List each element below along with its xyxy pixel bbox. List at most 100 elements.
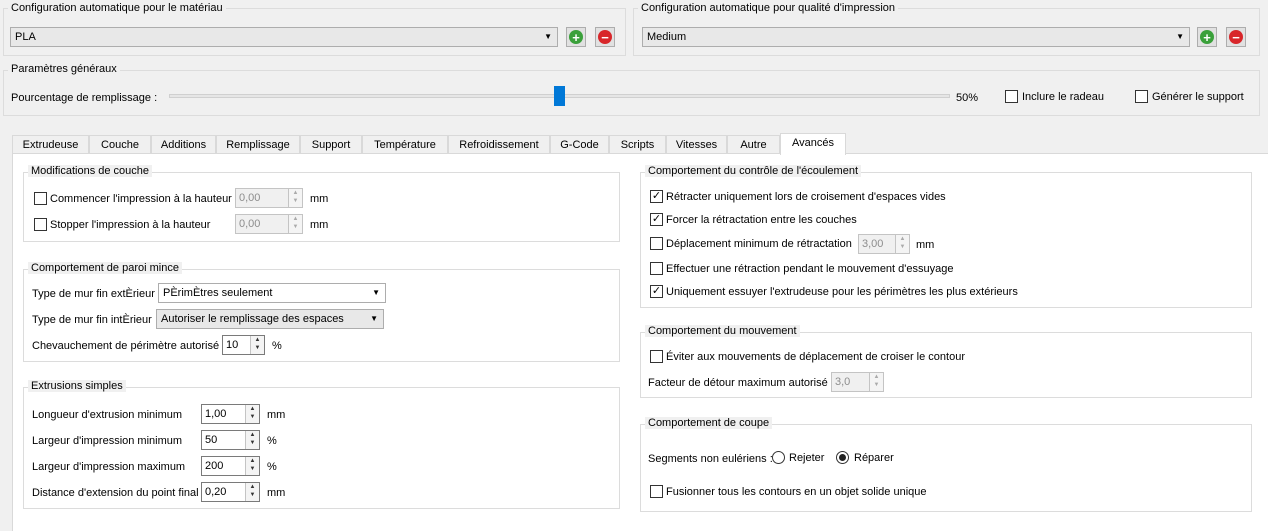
max-print-width-input[interactable]: 200 ▲ ▼ (201, 456, 260, 476)
cut-title: Comportement de coupe (645, 417, 773, 429)
repair-label: Réparer (854, 452, 894, 464)
radio-selected-dot (839, 454, 846, 461)
retract-on-cross-label: Rétracter uniquement lors de croisement … (666, 191, 946, 203)
add-material-button[interactable]: + (566, 27, 586, 47)
infill-label: Pourcentage de remplissage : (11, 92, 158, 104)
min-retract-travel-input[interactable]: 3,00 ▲ ▼ (858, 234, 910, 254)
min-retract-travel-checkbox[interactable] (650, 237, 663, 250)
max-print-width-label: Largeur d'impression maximum (32, 461, 186, 473)
min-retract-travel-value: 3,00 (862, 238, 884, 250)
spin-arrows-icon[interactable]: ▲ ▼ (288, 215, 302, 233)
remove-material-button[interactable]: − (595, 27, 615, 47)
min-extrusion-length-value: 1,00 (205, 408, 227, 420)
stop-height-input[interactable]: 0,00 ▲ ▼ (235, 214, 303, 234)
quality-select[interactable]: Medium ▼ (642, 27, 1190, 47)
material-select[interactable]: PLA ▼ (10, 27, 558, 47)
endpoint-extension-unit: mm (267, 487, 286, 499)
spin-arrows-icon[interactable]: ▲ ▼ (869, 373, 883, 391)
non-eulerian-label: Segments non eulériens : (648, 453, 773, 465)
movement-title: Comportement du mouvement (645, 325, 800, 337)
tab-autre[interactable]: Autre (727, 135, 780, 154)
min-extrusion-length-unit: mm (267, 409, 286, 421)
tab-extrudeuse[interactable]: Extrudeuse (12, 135, 89, 154)
retract-on-cross-checkbox[interactable]: ✓ (650, 190, 663, 203)
int-wall-label: Type de mur fin intÈrieur (32, 314, 152, 326)
tab-couche[interactable]: Couche (89, 135, 151, 154)
wipe-outer-perimeters-checkbox[interactable]: ✓ (650, 285, 663, 298)
force-retract-layers-label: Forcer la rétractation entre les couches (666, 214, 857, 226)
spin-arrows-icon[interactable]: ▲ ▼ (245, 431, 259, 449)
tab-support[interactable]: Support (300, 135, 362, 154)
min-print-width-input[interactable]: 50 ▲ ▼ (201, 430, 260, 450)
avoid-crossing-checkbox[interactable] (650, 350, 663, 363)
start-height-input[interactable]: 0,00 ▲ ▼ (235, 188, 303, 208)
min-retract-travel-unit: mm (916, 239, 935, 251)
start-height-label: Commencer l'impression à la hauteur (50, 193, 232, 205)
endpoint-extension-input[interactable]: 0,20 ▲ ▼ (201, 482, 260, 502)
max-print-width-unit: % (267, 461, 277, 473)
tab-refroidissement[interactable]: Refroidissement (448, 135, 550, 154)
max-print-width-value: 200 (205, 460, 224, 472)
tab-temperature[interactable]: Température (362, 135, 448, 154)
layer-mods-title: Modifications de couche (28, 165, 153, 177)
plus-icon: + (569, 30, 583, 44)
add-quality-button[interactable]: + (1197, 27, 1217, 47)
tab-additions[interactable]: Additions (151, 135, 216, 154)
tab-scripts[interactable]: Scripts (609, 135, 666, 154)
spin-arrows-icon[interactable]: ▲ ▼ (245, 483, 259, 501)
advanced-tab-pane: Modifications de couche Commencer l'impr… (12, 153, 1268, 531)
endpoint-extension-value: 0,20 (205, 486, 227, 498)
simple-extrusions-title: Extrusions simples (28, 380, 126, 392)
chevron-down-icon: ▼ (544, 32, 552, 41)
int-wall-select[interactable]: Autoriser le remplissage des espaces ▼ (156, 309, 384, 329)
chevron-down-icon: ▼ (372, 288, 380, 297)
raft-checkbox[interactable] (1005, 90, 1018, 103)
retract-on-wipe-checkbox[interactable] (650, 262, 663, 275)
thin-wall-title: Comportement de paroi mince (28, 262, 182, 274)
overlap-value: 10 (226, 339, 239, 351)
repair-radio[interactable] (836, 451, 849, 464)
stop-height-checkbox[interactable] (34, 218, 47, 231)
avoid-crossing-label: Éviter aux mouvements de déplacement de … (666, 351, 965, 363)
min-extrusion-length-label: Longueur d'extrusion minimum (32, 409, 183, 421)
spin-arrows-icon[interactable]: ▲ ▼ (245, 457, 259, 475)
reject-radio[interactable] (772, 451, 785, 464)
reject-label: Rejeter (789, 452, 825, 464)
tab-gcode[interactable]: G-Code (550, 135, 609, 154)
material-group-title: Configuration automatique pour le matéri… (8, 2, 226, 14)
detour-factor-input[interactable]: 3,0 ▲ ▼ (831, 372, 884, 392)
quality-group-title: Configuration automatique pour qualité d… (638, 2, 899, 14)
retract-on-wipe-label: Effectuer une rétraction pendant le mouv… (666, 263, 954, 275)
merge-contours-checkbox[interactable] (650, 485, 663, 498)
min-extrusion-length-input[interactable]: 1,00 ▲ ▼ (201, 404, 260, 424)
infill-slider[interactable] (169, 86, 950, 106)
detour-factor-value: 3,0 (835, 376, 851, 388)
plus-icon: + (1200, 30, 1214, 44)
int-wall-value: Autoriser le remplissage des espaces (161, 313, 344, 325)
tab-remplissage[interactable]: Remplissage (216, 135, 300, 154)
general-group-title: Paramètres généraux (8, 63, 120, 75)
start-height-unit: mm (310, 193, 329, 205)
minus-icon: − (1229, 30, 1243, 44)
spin-arrows-icon[interactable]: ▲ ▼ (288, 189, 302, 207)
overlap-unit: % (272, 340, 282, 352)
ext-wall-select[interactable]: PÈrimÈtres seulement ▼ (158, 283, 386, 303)
spin-arrows-icon[interactable]: ▲ ▼ (895, 235, 909, 253)
remove-quality-button[interactable]: − (1226, 27, 1246, 47)
support-checkbox[interactable] (1135, 90, 1148, 103)
start-height-checkbox[interactable] (34, 192, 47, 205)
chevron-down-icon: ▼ (1176, 32, 1184, 41)
min-print-width-label: Largeur d'impression minimum (32, 435, 183, 447)
tab-avances[interactable]: Avancés (780, 133, 846, 155)
min-print-width-unit: % (267, 435, 277, 447)
spin-arrows-icon[interactable]: ▲ ▼ (245, 405, 259, 423)
min-print-width-value: 50 (205, 434, 218, 446)
force-retract-layers-checkbox[interactable]: ✓ (650, 213, 663, 226)
ext-wall-label: Type de mur fin extÈrieur (32, 288, 155, 300)
minus-icon: − (598, 30, 612, 44)
overlap-input[interactable]: 10 ▲ ▼ (222, 335, 265, 355)
slider-handle[interactable] (554, 86, 565, 106)
spin-arrows-icon[interactable]: ▲ ▼ (250, 336, 264, 354)
endpoint-extension-label: Distance d'extension du point final (32, 487, 199, 499)
tab-vitesses[interactable]: Vitesses (666, 135, 727, 154)
